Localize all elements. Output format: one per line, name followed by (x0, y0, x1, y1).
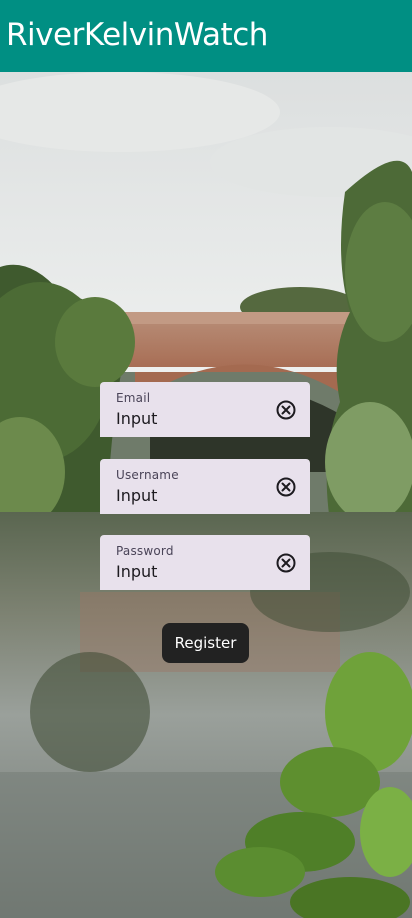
email-input[interactable] (116, 409, 266, 428)
email-label: Email (116, 391, 151, 405)
username-input[interactable] (116, 486, 266, 505)
username-field[interactable]: Username (100, 459, 310, 514)
username-label: Username (116, 468, 179, 482)
clear-circle-icon (276, 400, 296, 420)
password-input[interactable] (116, 562, 266, 581)
top-app-bar: RiverKelvinWatch (0, 0, 412, 72)
app-screen: RiverKelvinWatch Email Input Username In… (0, 0, 412, 918)
email-clear-button[interactable] (274, 398, 298, 422)
password-field[interactable]: Password (100, 535, 310, 590)
password-clear-button[interactable] (274, 551, 298, 575)
app-title: RiverKelvinWatch (6, 16, 268, 53)
username-clear-button[interactable] (274, 475, 298, 499)
clear-circle-icon (276, 477, 296, 497)
clear-circle-icon (276, 553, 296, 573)
email-field[interactable]: Email (100, 382, 310, 437)
register-button[interactable]: Register (162, 623, 249, 663)
password-label: Password (116, 544, 174, 558)
